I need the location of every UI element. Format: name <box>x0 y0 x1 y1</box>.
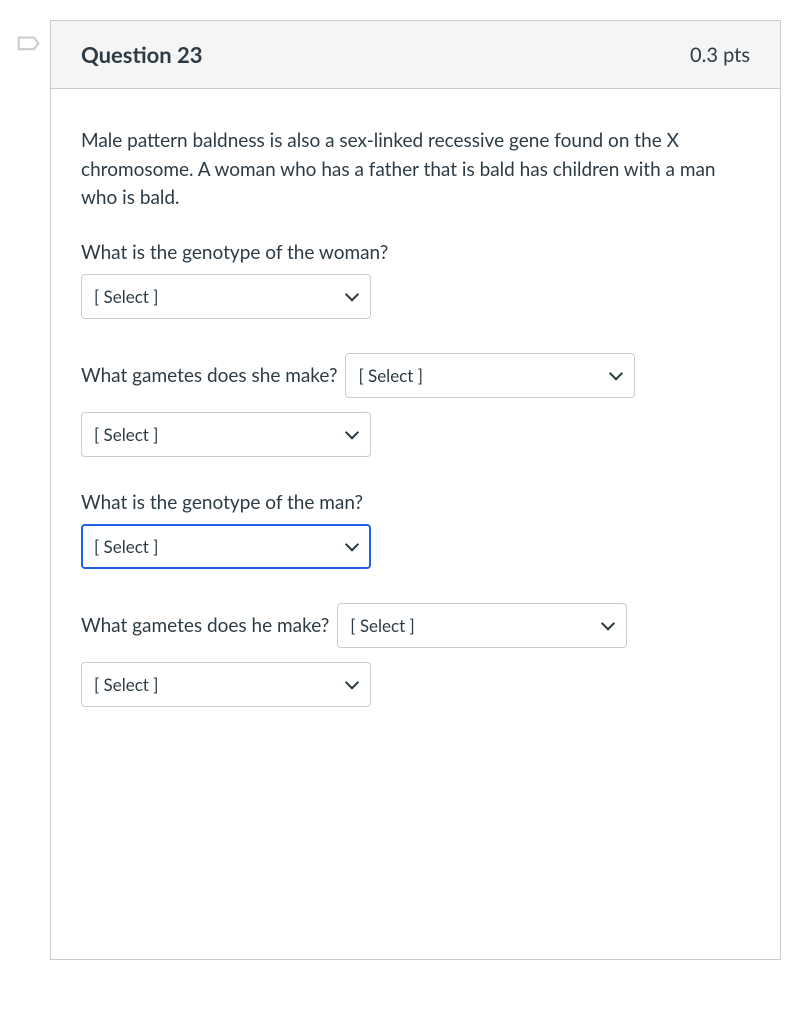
q2-select-1[interactable]: [ Select ] <box>345 353 635 398</box>
question-points: 0.3 pts <box>690 43 750 67</box>
question-group-4: What gametes does he make? [ Select ] [ … <box>81 603 750 707</box>
bookmark-icon[interactable] <box>14 34 42 66</box>
q2-select-2[interactable]: [ Select ] <box>81 412 371 457</box>
question-body: Male pattern baldness is also a sex-link… <box>51 89 780 959</box>
q1-select-wrap: [ Select ] <box>81 274 371 319</box>
q3-select-wrap: [ Select ] <box>81 524 371 569</box>
q2-select2-wrap: [ Select ] <box>81 412 371 457</box>
q4-select-2[interactable]: [ Select ] <box>81 662 371 707</box>
q2-select1-wrap: [ Select ] <box>345 353 635 398</box>
q1-select[interactable]: [ Select ] <box>81 274 371 319</box>
question-group-1: What is the genotype of the woman? [ Sel… <box>81 241 750 319</box>
question-card: Question 23 0.3 pts Male pattern baldnes… <box>50 20 781 960</box>
q4-label: What gametes does he make? <box>81 614 329 637</box>
question-group-2: What gametes does she make? [ Select ] [… <box>81 353 750 457</box>
question-header: Question 23 0.3 pts <box>51 21 780 89</box>
q4-select1-wrap: [ Select ] <box>337 603 627 648</box>
question-title: Question 23 <box>81 41 203 68</box>
q1-label: What is the genotype of the woman? <box>81 241 750 264</box>
q4-select-1[interactable]: [ Select ] <box>337 603 627 648</box>
q3-select[interactable]: [ Select ] <box>81 524 371 569</box>
question-group-3: What is the genotype of the man? [ Selec… <box>81 491 750 569</box>
q4-select2-wrap: [ Select ] <box>81 662 371 707</box>
question-prompt: Male pattern baldness is also a sex-link… <box>81 127 750 213</box>
q2-label: What gametes does she make? <box>81 364 337 387</box>
question-wrapper: Question 23 0.3 pts Male pattern baldnes… <box>14 20 781 960</box>
q3-label: What is the genotype of the man? <box>81 491 750 514</box>
